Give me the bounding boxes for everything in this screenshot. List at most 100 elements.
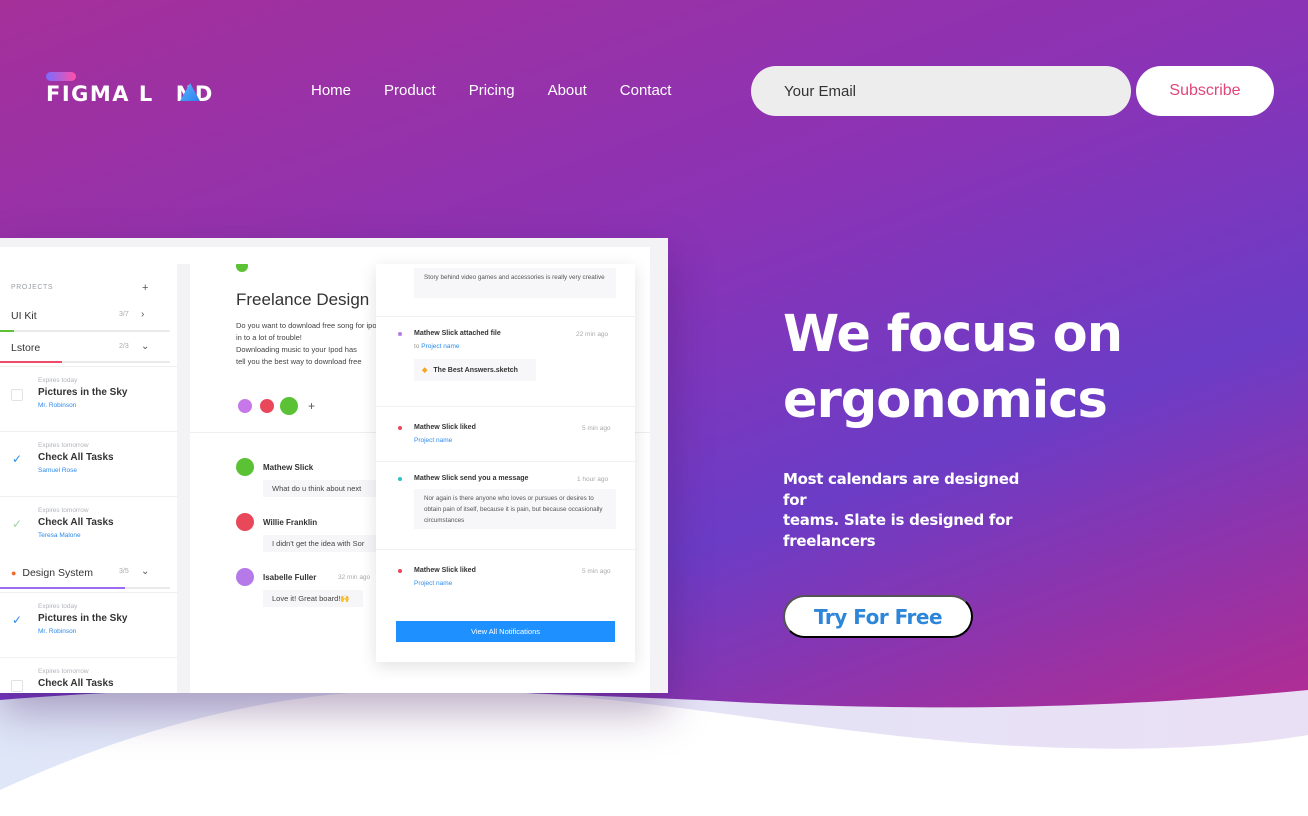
description-line: Do you want to download free song for ip…: [236, 321, 560, 330]
notification-item[interactable]: Mathew Slick attached file 22 min ago to…: [376, 317, 635, 407]
subscribe-button[interactable]: Subscribe: [1136, 66, 1274, 116]
projects-header: PROJECTS: [11, 284, 54, 291]
try-for-free-button[interactable]: Try For Free: [783, 595, 973, 638]
notification-link[interactable]: to Project name: [414, 343, 460, 350]
project-link[interactable]: Project name: [414, 437, 452, 444]
app-mockup: PROJECTS + UI Kit 3/7 › Lstore 2/3 ⌄ Exp…: [0, 238, 668, 693]
nav-home[interactable]: Home: [311, 82, 351, 99]
sketch-icon: ◆: [422, 367, 428, 374]
logo-mark: [46, 72, 76, 81]
message-time: 32 min ago: [338, 574, 371, 581]
project-count: 3/5: [119, 568, 129, 575]
nav-contact[interactable]: Contact: [620, 82, 672, 99]
project-progress-fill: [0, 587, 125, 589]
task-checkbox[interactable]: [11, 389, 23, 401]
status-dot: [398, 426, 402, 430]
status-dot: [398, 332, 402, 336]
chevron-down-icon: ⌄: [141, 566, 150, 577]
logo-triangle-icon: [180, 83, 200, 101]
task-expiry: Expires today: [38, 377, 78, 384]
headline-line-1: We focus on: [783, 305, 1123, 364]
task-assignee[interactable]: Mr. Robinson: [38, 628, 76, 635]
task-item[interactable]: Expires tomorrow Check All Tasks: [0, 657, 177, 693]
link-prefix: to: [414, 343, 420, 350]
task-item[interactable]: ✓ Expires tomorrow Check All Tasks Teres…: [0, 496, 177, 558]
status-dot: [236, 264, 248, 272]
notification-item[interactable]: Mathew Slick send you a message 1 hour a…: [376, 462, 635, 550]
avatar[interactable]: [258, 397, 276, 415]
task-expiry: Expires tomorrow: [38, 507, 89, 514]
project-progress-fill: [0, 361, 62, 363]
nav-pricing[interactable]: Pricing: [469, 82, 515, 99]
brand-logo[interactable]: FIGMA LND: [46, 72, 236, 112]
project-name: UI Kit: [11, 310, 37, 322]
description-line: Downloading music to your Ipod has: [236, 345, 357, 354]
check-icon[interactable]: ✓: [12, 613, 25, 627]
chevron-down-icon: ⌄: [141, 341, 150, 352]
headline-line-2: ergonomics: [783, 371, 1108, 430]
sender-name: Mathew Slick: [263, 463, 314, 472]
task-expiry: Expires tomorrow: [38, 668, 89, 675]
mockup-sidebar: PROJECTS + UI Kit 3/7 › Lstore 2/3 ⌄ Exp…: [0, 264, 177, 693]
task-title: Check All Tasks: [38, 452, 114, 463]
project-name: Lstore: [11, 342, 41, 354]
hero-headline: We focus on ergonomics: [783, 302, 1203, 434]
project-link[interactable]: Project name: [414, 580, 452, 587]
main-nav: Home Product Pricing About Contact: [311, 82, 704, 99]
avatar[interactable]: [280, 397, 298, 415]
project-link[interactable]: Project name: [421, 343, 459, 350]
task-title: Pictures in the Sky: [38, 387, 128, 398]
notification-time: 5 min ago: [582, 425, 611, 432]
task-assignee[interactable]: Teresa Malone: [38, 532, 81, 539]
avatar: [236, 568, 254, 586]
project-progress-fill: [0, 330, 14, 332]
task-expiry: Expires today: [38, 603, 78, 610]
task-item[interactable]: ✓ Expires today Pictures in the Sky Mr. …: [0, 592, 177, 654]
description-line: in to a lot of trouble!: [236, 333, 302, 342]
notification-title: Mathew Slick liked: [414, 424, 476, 431]
notifications-panel: Story behind video games and accessories…: [376, 264, 635, 662]
check-icon[interactable]: ✓: [12, 517, 25, 531]
notification-item[interactable]: Story behind video games and accessories…: [376, 264, 635, 317]
avatar[interactable]: [236, 397, 254, 415]
task-title: Check All Tasks: [38, 517, 114, 528]
attached-file[interactable]: ◆ The Best Answers.sketch: [414, 359, 536, 381]
add-project-icon[interactable]: +: [142, 282, 148, 294]
project-group[interactable]: ● Design System 3/5 ⌄: [11, 566, 171, 589]
notification-time: 1 hour ago: [577, 476, 609, 483]
nav-about[interactable]: About: [548, 82, 587, 99]
avatar: [236, 458, 254, 476]
status-dot: [398, 477, 402, 481]
notification-item[interactable]: Mathew Slick liked 5 min ago Project nam…: [376, 407, 635, 462]
notification-time: 22 min ago: [576, 331, 609, 338]
project-progress-track: [0, 330, 170, 332]
nav-product[interactable]: Product: [384, 82, 436, 99]
task-assignee[interactable]: Mr. Robinson: [38, 402, 76, 409]
task-checkbox[interactable]: [11, 680, 23, 692]
email-input[interactable]: Your Email: [751, 66, 1131, 116]
task-item[interactable]: ✓ Expires tomorrow Check All Tasks Samue…: [0, 431, 177, 493]
notification-item[interactable]: Mathew Slick liked 5 min ago Project nam…: [376, 550, 635, 606]
task-title: Check All Tasks: [38, 678, 114, 689]
project-title: Freelance Design: [236, 290, 370, 309]
sender-name: Willie Franklin: [263, 518, 318, 527]
avatar: [236, 513, 254, 531]
chevron-right-icon: ›: [141, 309, 145, 320]
sender-name: Isabelle Fuller: [263, 573, 317, 582]
subtitle-line-1: Most calendars are designed for: [783, 470, 1020, 509]
notification-title: Mathew Slick send you a message: [414, 475, 529, 482]
hero-section: FIGMA LND Home Product Pricing About Con…: [0, 0, 1308, 816]
logo-text-left: FIGMA L: [46, 82, 154, 106]
project-item[interactable]: UI Kit 3/7 ›: [11, 309, 171, 332]
task-item[interactable]: Expires today Pictures in the Sky Mr. Ro…: [0, 366, 177, 428]
check-icon[interactable]: ✓: [12, 452, 25, 466]
task-title: Pictures in the Sky: [38, 613, 128, 624]
notification-quote: Story behind video games and accessories…: [414, 268, 616, 298]
description-line: tell you the best way to download free: [236, 357, 362, 366]
notification-title: Mathew Slick attached file: [414, 330, 501, 337]
hero-subtitle: Most calendars are designed for teams. S…: [783, 469, 1038, 551]
task-assignee[interactable]: Samuel Rose: [38, 467, 77, 474]
subtitle-line-2: teams. Slate is designed for: [783, 511, 1013, 529]
add-member-icon[interactable]: +: [308, 399, 315, 413]
view-all-notifications-button[interactable]: View All Notifications: [396, 621, 615, 642]
